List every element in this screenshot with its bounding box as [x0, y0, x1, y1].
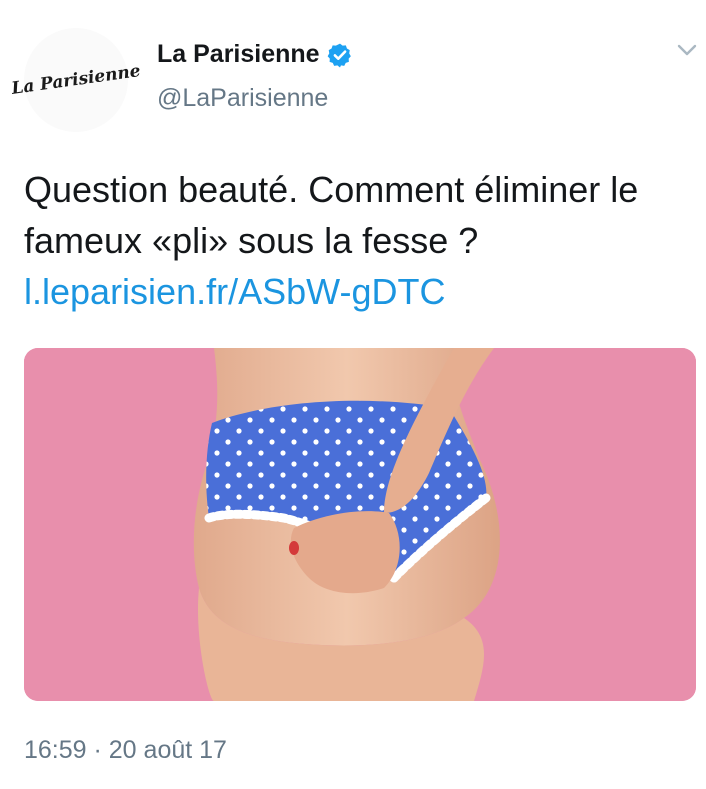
author-name-row[interactable]: La Parisienne [157, 40, 353, 69]
tweet-timestamp[interactable]: 16:59 · 20 août 17 [24, 736, 227, 765]
tweet-date: 20 août 17 [108, 736, 227, 764]
user-handle[interactable]: @LaParisienne [157, 84, 328, 113]
tweet-photo[interactable] [24, 348, 696, 701]
chevron-down-icon[interactable] [674, 40, 700, 60]
avatar-logo-text: La Parisienne [10, 61, 142, 99]
photo-illustration [24, 348, 696, 701]
verified-badge-icon [327, 43, 351, 67]
avatar[interactable]: La Parisienne [10, 28, 142, 132]
timestamp-separator: · [86, 736, 109, 764]
tweet-time: 16:59 [24, 736, 87, 764]
tweet-text: Question beauté. Comment éliminer le fam… [24, 164, 694, 317]
tweet-link[interactable]: l.leparisien.fr/ASbW-gDTC [24, 271, 445, 312]
display-name[interactable]: La Parisienne [157, 40, 320, 69]
tweet-body: Question beauté. Comment éliminer le fam… [24, 169, 639, 261]
